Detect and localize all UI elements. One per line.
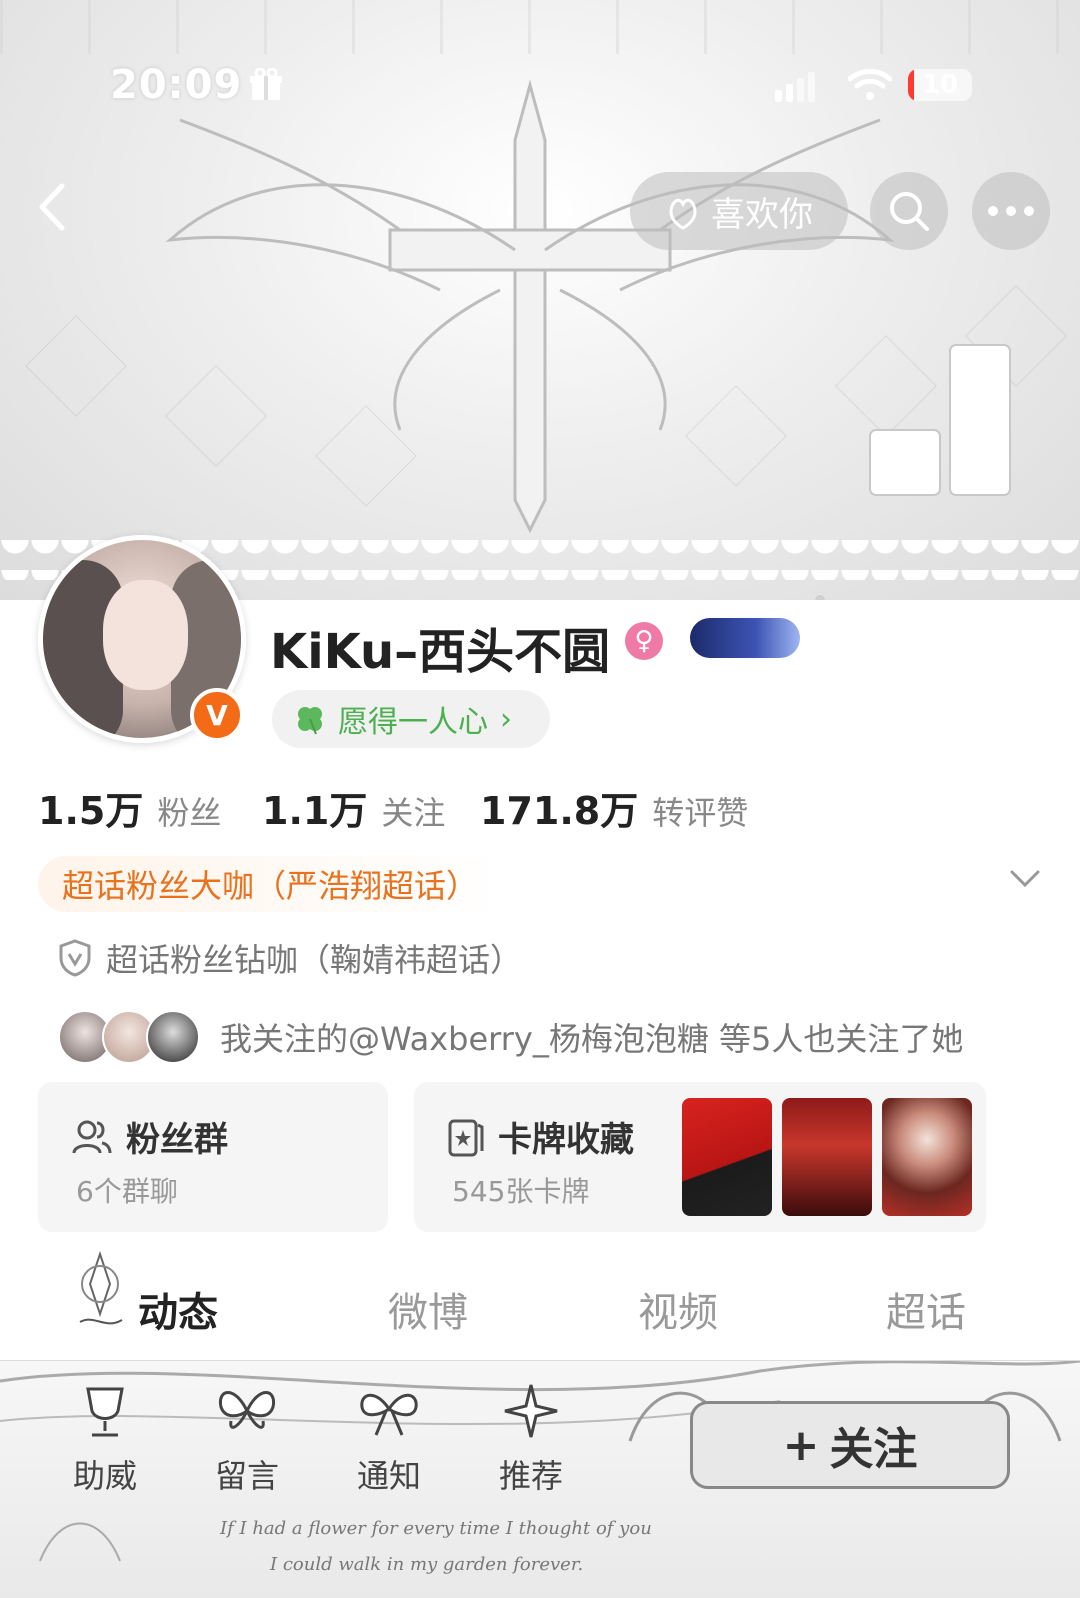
clover-icon — [298, 707, 322, 735]
mutual-follow-row[interactable]: 我关注的@Waxberry_杨梅泡泡糖 等5人也关注了她 — [58, 1010, 963, 1064]
recommend-button[interactable]: 推荐 — [476, 1381, 586, 1497]
follow-label: 关注 — [829, 1424, 918, 1475]
super-topic-badge[interactable]: 超话粉丝大咖（严浩翔超话） — [38, 856, 508, 912]
mutual-avatar — [146, 1010, 200, 1064]
bio-text: 愿得一人心 — [338, 705, 488, 740]
card-collection-title: 卡牌收藏 — [498, 1120, 634, 1160]
super-topic-secondary-row[interactable]: 超话粉丝钻咖（鞠婧祎超话） — [58, 935, 522, 981]
more-dots-icon — [988, 206, 1034, 216]
plus-icon: + — [782, 1419, 820, 1471]
shield-v-icon — [59, 939, 91, 977]
trophy-cup-icon — [86, 1387, 124, 1437]
like-you-label: 喜欢你 — [711, 194, 813, 235]
card-collection-card[interactable]: 卡牌收藏 545张卡牌 — [414, 1082, 986, 1232]
super-topic-secondary: 超话粉丝钻咖（鞠婧祎超话） — [106, 941, 523, 979]
recommend-label: 推荐 — [498, 1457, 563, 1495]
card-thumbnail[interactable] — [782, 1098, 872, 1216]
cheer-label: 助威 — [72, 1457, 137, 1495]
card-thumbnail[interactable] — [882, 1098, 972, 1216]
sparkle-star-icon — [504, 1384, 558, 1438]
mutual-follow-text: 我关注的@Waxberry_杨梅泡泡糖 等5人也关注了她 — [220, 1020, 964, 1058]
search-icon — [890, 192, 929, 231]
content-tabs: 动态 微博 视频 超话 — [0, 1250, 1080, 1360]
search-button[interactable] — [870, 172, 948, 250]
chevron-down-icon[interactable] — [1010, 870, 1040, 888]
fan-group-subtitle: 6个群聊 — [76, 1175, 178, 1208]
notify-button[interactable]: 通知 — [334, 1381, 444, 1497]
card-thumbnail[interactable] — [682, 1098, 772, 1216]
stat-followers[interactable]: 1.5万 粉丝 — [38, 780, 221, 835]
status-time: 20:09 — [110, 62, 243, 108]
message-label: 留言 — [214, 1457, 279, 1495]
message-button[interactable]: 留言 — [192, 1381, 302, 1497]
script-quote: If I had a flower for every time I thoug… — [220, 1511, 720, 1583]
hand-heart-icon — [669, 198, 697, 230]
card-icon — [448, 1119, 484, 1156]
battery-indicator: 10 — [908, 69, 972, 101]
group-icon — [72, 1120, 112, 1153]
followers-count: 1.5万 — [38, 789, 144, 833]
notify-label: 通知 — [356, 1457, 421, 1495]
active-tab-ornament-icon — [79, 1250, 123, 1325]
tab-weibo[interactable]: 微博 — [388, 1280, 468, 1338]
fan-group-title: 粉丝群 — [126, 1120, 228, 1160]
card-collection-subtitle: 545张卡牌 — [452, 1175, 590, 1208]
following-label: 关注 — [381, 794, 446, 832]
bottom-action-bar: 助威 留言 通知 推荐 + 关注 If I had a flower for e… — [0, 1360, 1080, 1598]
tab-video[interactable]: 视频 — [638, 1280, 718, 1338]
like-you-button[interactable]: 喜欢你 — [630, 172, 848, 250]
follow-button[interactable]: + 关注 — [690, 1401, 1010, 1489]
followers-label: 粉丝 — [157, 794, 222, 832]
wifi-icon — [848, 68, 892, 100]
bio-pill[interactable]: 愿得一人心 › — [272, 690, 550, 748]
verified-badge: V — [190, 688, 244, 742]
bio-arrow-icon: › — [500, 701, 512, 737]
script-line-2: I could walk in my garden forever. — [270, 1554, 584, 1575]
gift-icon — [250, 68, 282, 100]
fan-group-card[interactable]: 粉丝群 6个群聊 — [38, 1082, 388, 1232]
battery-level-fill — [908, 69, 915, 101]
signal-icon — [775, 72, 815, 102]
tab-dynamic[interactable]: 动态 — [138, 1280, 218, 1338]
super-topic-primary: 超话粉丝大咖（严浩翔超话） — [62, 867, 479, 905]
bow-icon — [360, 1393, 418, 1436]
stat-interactions[interactable]: 171.8万 转评赞 — [480, 780, 748, 835]
stat-following[interactable]: 1.1万 关注 — [262, 780, 445, 835]
female-gender-icon: ♀ — [625, 622, 663, 660]
interactions-label: 转评赞 — [652, 794, 749, 832]
username: KiKu–西头不圆 — [270, 624, 611, 680]
interactions-count: 171.8万 — [480, 789, 639, 833]
vip-badge[interactable] — [690, 618, 800, 658]
battery-percent: 10 — [921, 70, 959, 100]
script-line-1: If I had a flower for every time I thoug… — [220, 1518, 652, 1539]
back-arrow-icon[interactable] — [34, 182, 70, 232]
butterfly-icon — [218, 1391, 276, 1429]
cheer-button[interactable]: 助威 — [50, 1381, 160, 1497]
tab-super-topic[interactable]: 超话 — [886, 1280, 966, 1338]
more-button[interactable] — [972, 172, 1050, 250]
following-count: 1.1万 — [262, 789, 368, 833]
